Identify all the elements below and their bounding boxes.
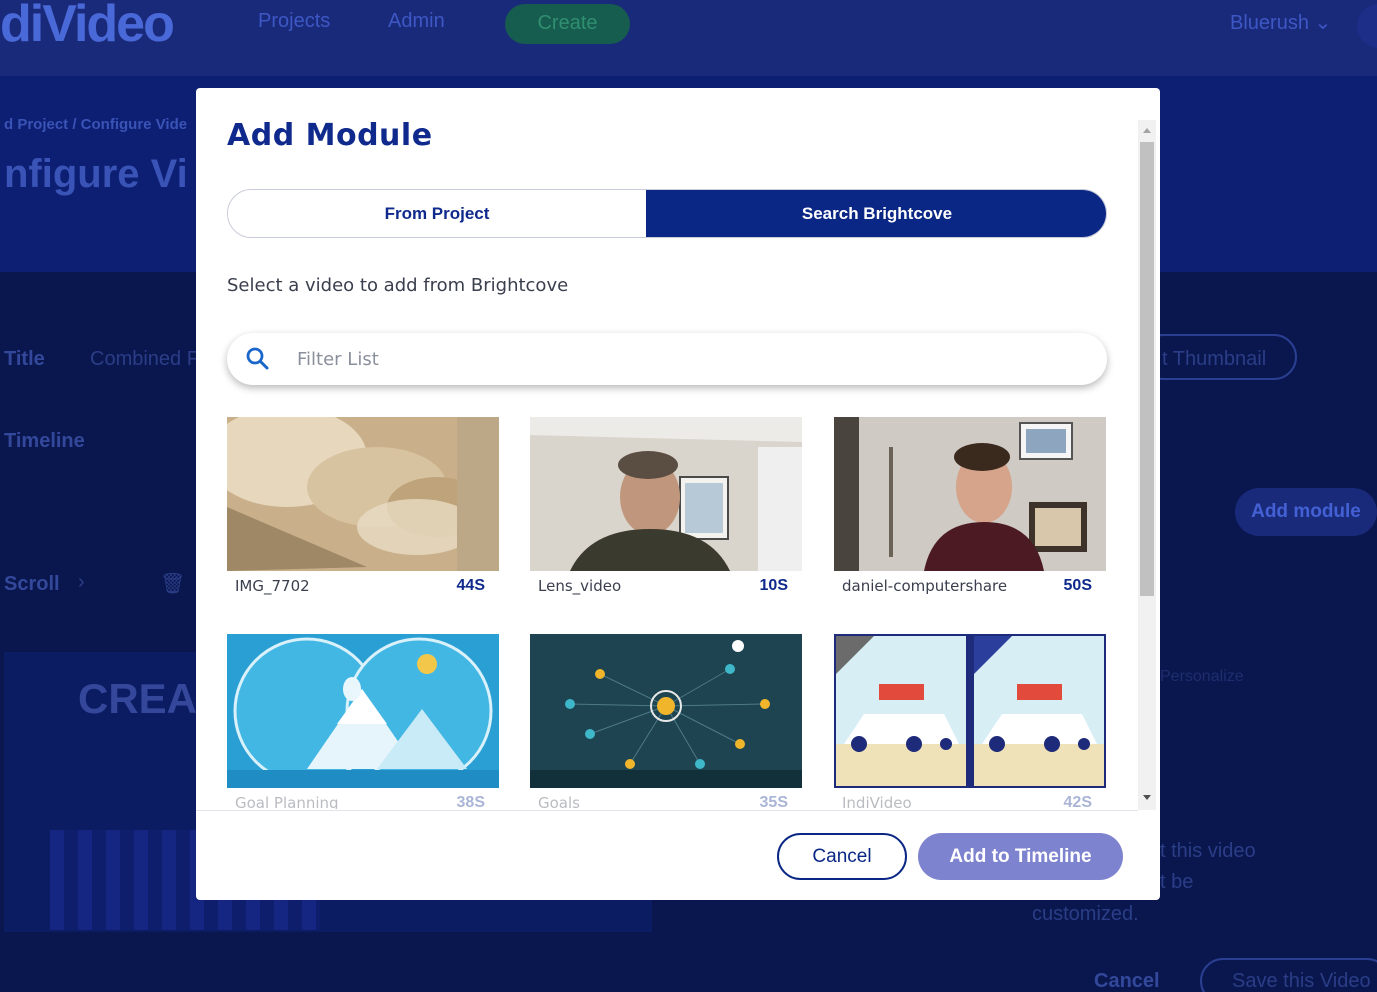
video-card[interactable]: IndiVideo 42S (834, 634, 1106, 809)
nav-create-button[interactable]: Create (505, 4, 630, 44)
tab-from-project[interactable]: From Project (228, 190, 646, 237)
page-footer (0, 934, 1377, 992)
video-duration: 38S (456, 794, 485, 809)
footer-divider (196, 810, 1138, 811)
video-thumbnail (530, 634, 802, 788)
breadcrumb[interactable]: d Project / Configure Vide (4, 116, 187, 133)
app-header: diVideo Projects Admin Create Bluerush ⌄ (0, 0, 1377, 76)
title-label: Title (4, 348, 45, 370)
account-menu[interactable]: Bluerush ⌄ (1230, 10, 1331, 35)
source-tabs: From Project Search Brightcove (227, 189, 1107, 238)
video-card[interactable]: Goal Planning 38S (227, 634, 499, 809)
avatar[interactable] (1357, 4, 1377, 48)
video-name: Lens_video (538, 577, 622, 595)
thumbnail-button-label: t Thumbnail (1162, 348, 1267, 370)
account-name: Bluerush (1230, 12, 1309, 34)
video-duration: 44S (456, 577, 485, 594)
add-to-timeline-button[interactable]: Add to Timeline (918, 833, 1123, 880)
note-line-2: t be (1160, 871, 1194, 893)
video-duration: 42S (1063, 794, 1092, 809)
timeline-label: Timeline (4, 430, 85, 452)
video-thumbnail (227, 417, 499, 571)
video-name: daniel-computershare (842, 577, 1008, 595)
dialog-title: Add Module (227, 118, 433, 153)
preview-banner-text: CREA (78, 675, 198, 722)
note-line-1: t this video (1160, 840, 1256, 862)
video-card[interactable]: daniel-computershare 50S (834, 417, 1106, 595)
video-duration: 50S (1063, 577, 1092, 594)
dialog-instructions: Select a video to add from Brightcove (227, 275, 569, 296)
add-module-dialog: Add Module From Project Search Brightcov… (196, 88, 1160, 900)
video-grid: IMG_7702 44S Lens_video 10S daniel-compu… (227, 417, 1107, 809)
add-module-button[interactable]: Add module (1235, 488, 1377, 536)
page-title: nfigure Vi (4, 152, 188, 196)
video-duration: 10S (759, 577, 788, 594)
video-thumbnail (834, 417, 1106, 571)
personalize-label[interactable]: Personalize (1160, 668, 1244, 686)
trash-icon[interactable]: 🗑 (160, 571, 185, 596)
scroll-up-arrow-icon[interactable] (1140, 124, 1154, 138)
video-card[interactable]: Lens_video 10S (530, 417, 802, 595)
video-name: Goals (538, 794, 580, 809)
chevron-down-icon: ⌄ (1314, 12, 1332, 34)
chevron-right-icon[interactable]: › (78, 571, 85, 594)
scroll-down-arrow-icon[interactable] (1140, 790, 1154, 804)
video-card[interactable]: IMG_7702 44S (227, 417, 499, 595)
title-value[interactable]: Combined F (90, 348, 199, 371)
footer-cancel-button[interactable]: Cancel (1094, 970, 1160, 992)
video-name: IndiVideo (842, 794, 912, 809)
nav-admin[interactable]: Admin (388, 10, 445, 33)
cancel-button[interactable]: Cancel (777, 833, 907, 880)
video-thumbnail (834, 634, 1106, 788)
video-name: IMG_7702 (235, 577, 310, 595)
search-icon (246, 347, 269, 370)
video-thumbnail (530, 417, 802, 571)
filter-list-input[interactable] (297, 341, 1077, 377)
filter-bar (227, 333, 1107, 385)
video-name: Goal Planning (235, 794, 339, 809)
save-video-label: Save this Video (1232, 970, 1371, 992)
app-logo: diVideo (0, 0, 175, 53)
scroll-label[interactable]: Scroll (4, 573, 60, 596)
video-thumbnail (227, 634, 499, 788)
note-line-3: customized. (1032, 903, 1139, 925)
nav-projects[interactable]: Projects (258, 10, 330, 33)
scrollbar-thumb[interactable] (1140, 142, 1154, 596)
tab-search-brightcove[interactable]: Search Brightcove (646, 190, 1106, 237)
video-card[interactable]: Goals 35S (530, 634, 802, 809)
video-duration: 35S (759, 794, 788, 809)
